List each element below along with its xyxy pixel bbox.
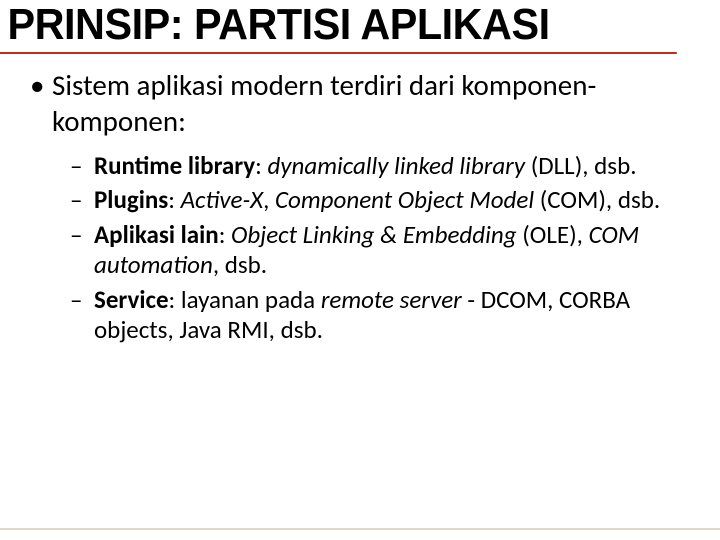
bullet-list-level2: Runtime library: dynamically linked libr… xyxy=(70,151,692,346)
item-label: Aplikasi lain xyxy=(94,219,219,250)
item-label: Plugins xyxy=(94,184,168,215)
list-item: Plugins: Active-X, Component Object Mode… xyxy=(70,185,692,216)
intro-bullet: Sistem aplikasi modern terdiri dari komp… xyxy=(28,68,692,346)
list-item: Aplikasi lain: Object Linking & Embeddin… xyxy=(70,220,692,281)
item-label: Service xyxy=(94,284,169,315)
slide: PRINSIP: PARTISI APLIKASI Sistem aplikas… xyxy=(0,0,720,540)
item-label: Runtime library xyxy=(94,150,255,181)
item-rest: : Active-X, Component Object Model (COM)… xyxy=(168,184,660,215)
bullet-list-level1: Sistem aplikasi modern terdiri dari komp… xyxy=(28,68,692,346)
list-item: Service: layanan pada remote server - DC… xyxy=(70,285,692,346)
list-item: Runtime library: dynamically linked libr… xyxy=(70,151,692,182)
item-rest: : dynamically linked library (DLL), dsb. xyxy=(255,150,636,181)
intro-text: Sistem aplikasi modern terdiri dari komp… xyxy=(52,67,596,138)
slide-title: PRINSIP: PARTISI APLIKASI xyxy=(0,2,677,54)
item-rest: : layanan pada remote server - DCOM, COR… xyxy=(94,284,630,346)
footer-divider xyxy=(0,528,720,530)
